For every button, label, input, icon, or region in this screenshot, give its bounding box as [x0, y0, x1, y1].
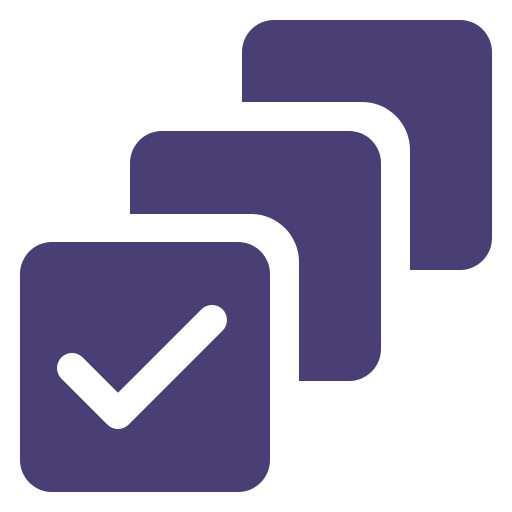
stacked-checkbox-svg — [20, 20, 492, 492]
stacked-checkbox-icon — [0, 0, 512, 512]
